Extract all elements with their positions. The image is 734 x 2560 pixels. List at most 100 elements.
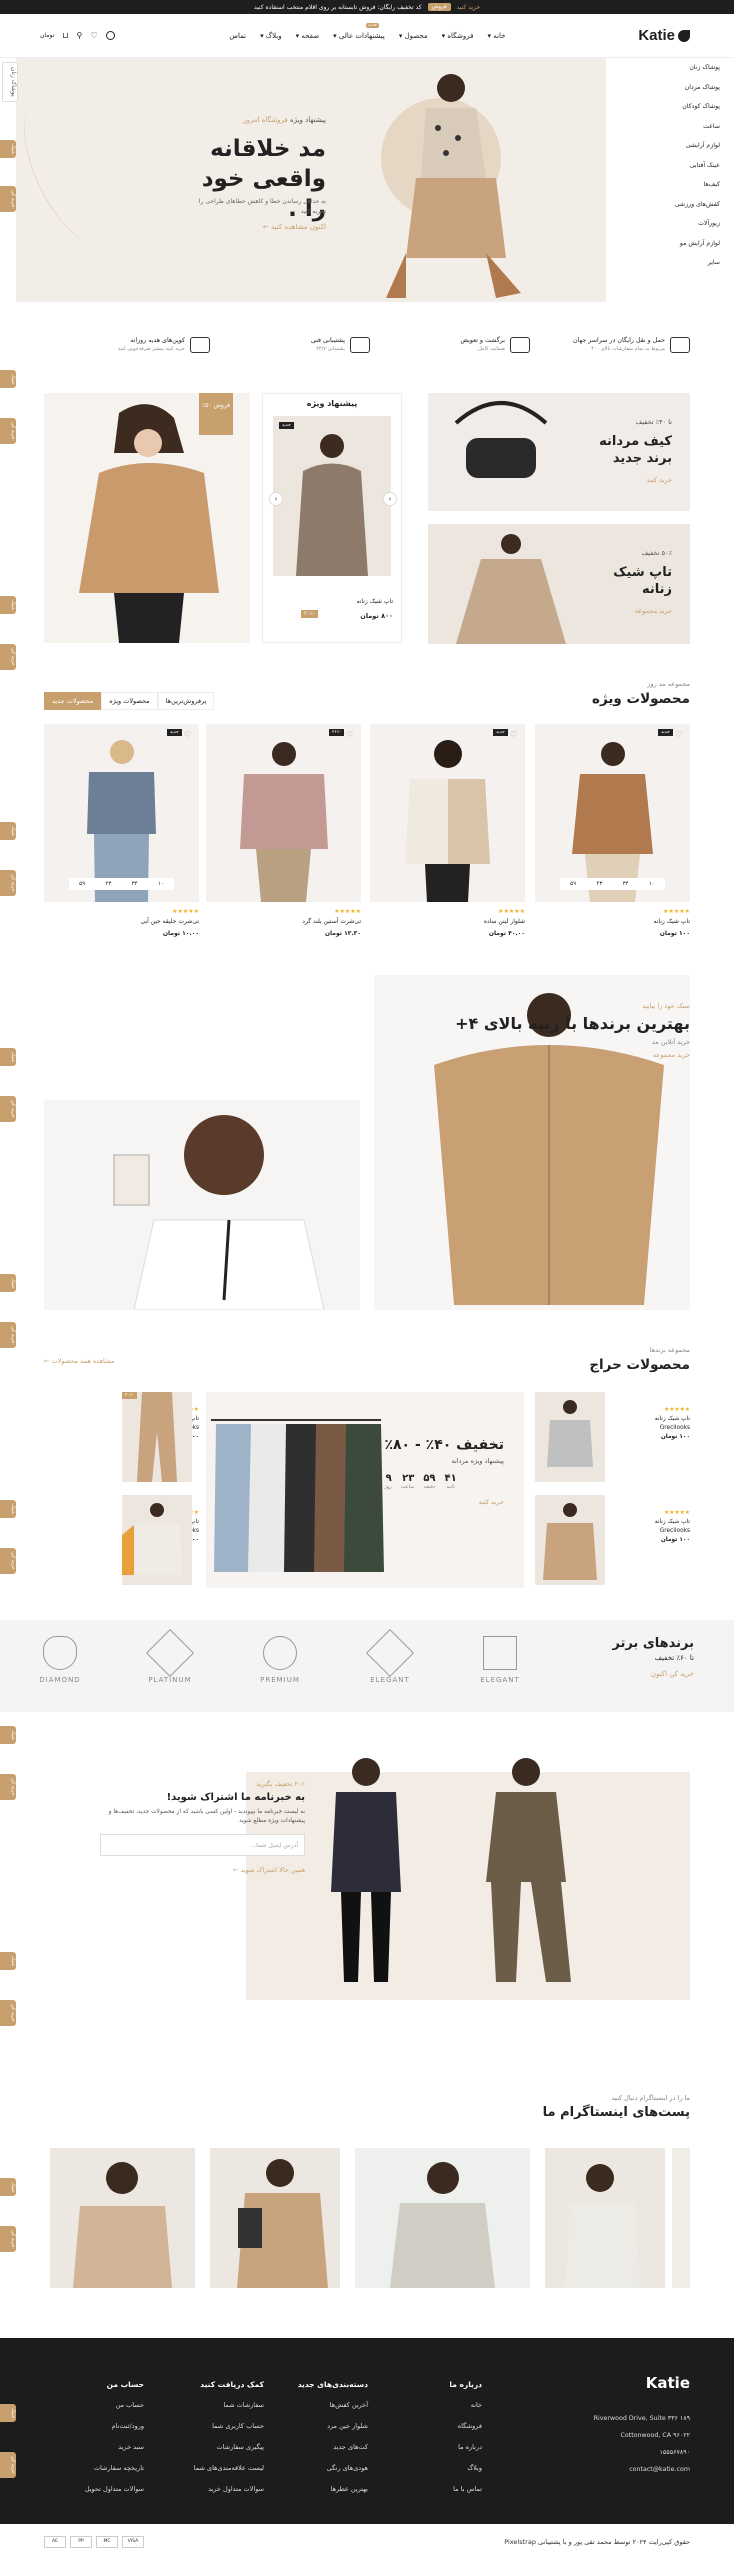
sticky-tab[interactable]: شیک — [0, 1048, 16, 1067]
instagram-post[interactable] — [545, 2148, 665, 2288]
footer-link[interactable]: درباره ما — [449, 2437, 482, 2458]
sticky-tab[interactable]: خرید کن — [0, 2000, 16, 2026]
sticky-tab[interactable]: شیک — [0, 140, 16, 159]
mini-product[interactable]: ★★★★★تاپ شیک زنانهGrecilooks۱۰۰ تومان — [44, 1495, 199, 1585]
brand-logo[interactable]: ELEGANT — [470, 1636, 530, 1684]
email-field[interactable]: آدرس ایمیل شما... — [100, 1834, 305, 1856]
deal-link[interactable]: خرید کنید — [384, 1498, 504, 1506]
instagram-post[interactable] — [50, 2148, 195, 2288]
nav-item-shop[interactable]: فروشگاه ▾ — [442, 32, 474, 40]
footer-link[interactable]: لیست علاقه‌مندی‌های شما — [194, 2458, 264, 2479]
footer-link[interactable]: حساب من — [85, 2395, 144, 2416]
currency-select[interactable]: تومان — [40, 32, 54, 39]
footer-link[interactable]: آخرین کفش‌ها — [298, 2395, 368, 2416]
footer-link[interactable]: تاریخچه سفارشات — [85, 2458, 144, 2479]
sticky-tab[interactable]: خرید کن — [0, 2452, 16, 2478]
chevron-left-icon[interactable]: ‹ — [269, 492, 283, 506]
chevron-right-icon[interactable]: › — [383, 492, 397, 506]
sticky-tab[interactable]: شیک — [0, 1952, 16, 1971]
instagram-post[interactable] — [672, 2148, 690, 2288]
product-card[interactable]: جدید ♡ ★★★★★ شلوار لینن ساده ۴۰.۰۰ تومان — [370, 724, 525, 937]
footer-link[interactable]: تماس با ما — [449, 2479, 482, 2500]
brands-link[interactable]: خرید کن اکنون — [612, 1670, 694, 1678]
sticky-tab[interactable]: خرید کن — [0, 1774, 16, 1800]
footer-link[interactable]: بهترین عطرها — [298, 2479, 368, 2500]
sticky-tab[interactable]: شیک — [0, 596, 16, 615]
category-item[interactable]: لوازم آرایشی — [628, 136, 720, 156]
nav-item-product[interactable]: محصول ▾ — [399, 32, 428, 40]
sticky-tab[interactable]: خرید کن — [0, 186, 16, 212]
sticky-tab[interactable]: شیک — [0, 1726, 16, 1745]
mini-product[interactable]: ★★★★★تاپ شیک زنانهGrecilooks۱۰۰ تومان — [535, 1392, 690, 1482]
footer-logo[interactable]: Katie — [646, 2374, 690, 2392]
logo[interactable]: Katie — [638, 27, 690, 44]
heart-icon[interactable]: ♡ — [346, 730, 353, 739]
product-card[interactable]: -۲۶٪ ♡ ★★★★★ تی‌شرت آستین بلند گرد ۱۳.۳۰… — [206, 724, 361, 937]
special-product-name[interactable]: تاپ شیک زنانه — [357, 598, 393, 605]
nav-item-offers[interactable]: جدید پیشنهادات عالی ▾ — [333, 22, 385, 40]
category-item[interactable]: کیف‌ها — [628, 175, 720, 195]
footer-link[interactable]: هودی‌های رنگی — [298, 2458, 368, 2479]
mini-product[interactable]: ★★★★★تاپ شیک زنانهGrecilooks۱۰۰ تومان — [535, 1495, 690, 1585]
mini-product[interactable]: ★★★★★تاپ شیک زنانهGrecilooks۱۰۰ تومان -۲… — [44, 1392, 199, 1482]
heart-icon[interactable]: ♡ — [184, 730, 191, 739]
instagram-post[interactable] — [355, 2148, 530, 2288]
brand-logo[interactable]: PREMIUM — [250, 1628, 310, 1684]
sticky-tab[interactable]: شیک — [0, 1274, 16, 1293]
tab-new[interactable]: محصولات جدید — [44, 692, 102, 710]
footer-link[interactable]: سوالات متداول خرید — [194, 2479, 264, 2500]
category-item[interactable]: سایر — [628, 253, 720, 273]
sticky-tab[interactable]: شیک — [0, 2178, 16, 2197]
product-name[interactable]: شلوار لینن ساده — [484, 918, 525, 925]
sticky-tab[interactable]: خرید کن — [0, 870, 16, 896]
footer-link[interactable]: کت‌های جدید — [298, 2437, 368, 2458]
footer-link[interactable]: سوالات متداول تحویل — [85, 2479, 144, 2500]
subscribe-link[interactable]: همین حالا اشتراک شوید ← — [100, 1866, 305, 1874]
sticky-tab-light[interactable]: پوشاک زنان — [2, 62, 18, 102]
promo-link[interactable]: خرید مجموعه — [635, 607, 672, 615]
brand-logo[interactable]: DIAMOND — [30, 1636, 90, 1684]
tab-bestsellers[interactable]: پرفروش‌ترین‌ها — [157, 692, 215, 710]
heart-icon[interactable]: ♡ — [675, 730, 682, 739]
nav-item-pages[interactable]: صفحه ▾ — [296, 32, 320, 40]
footer-link[interactable]: سبد خرید — [85, 2437, 144, 2458]
hero-cta[interactable]: اکنون مشاهده کنید ← — [263, 223, 326, 231]
nav-item-contact[interactable]: تماس — [229, 32, 246, 40]
category-item[interactable]: لوازم آرایش مو — [628, 234, 720, 254]
category-item[interactable]: پوشاک مردان — [628, 78, 720, 98]
product-name[interactable]: تی‌شرت آستین بلند گرد — [302, 918, 361, 925]
nav-item-blog[interactable]: وبلاگ ▾ — [260, 32, 282, 40]
product-name[interactable]: تی‌شرت جلیقه جین آبی — [140, 918, 199, 925]
sticky-tab[interactable]: شیک — [0, 822, 16, 841]
instagram-post[interactable] — [210, 2148, 340, 2288]
sticky-tab[interactable]: خرید کن — [0, 2226, 16, 2252]
footer-phone[interactable]: ۱۵۵۵۶۷۸۹۰ — [594, 2444, 690, 2461]
footer-link[interactable]: حساب کاربری شما — [194, 2416, 264, 2437]
footer-email[interactable]: contact@katie.com — [594, 2461, 690, 2478]
promo-top[interactable]: ۵۰٪ تخفیف تاپ شیک زنانه خرید مجموعه — [428, 524, 690, 644]
category-item[interactable]: زیورآلات — [628, 214, 720, 234]
sticky-tab[interactable]: خرید کن — [0, 1548, 16, 1574]
sticky-tab[interactable]: شیک — [0, 1500, 16, 1519]
footer-link[interactable]: سفارشات شما — [194, 2395, 264, 2416]
sticky-tab[interactable]: شیک — [0, 2404, 16, 2423]
sale-card-image[interactable]: فروش ۵۰٪ — [44, 393, 250, 643]
cart-icon[interactable]: ⊔ — [62, 31, 68, 40]
footer-link[interactable]: شلوار جین مرد — [298, 2416, 368, 2437]
wishlist-icon[interactable]: ♡ — [90, 31, 97, 40]
product-card[interactable]: جدید ♡ ۱۰ ۳۴ ۲۳ ۵۹ ★★★★★ تی‌شرت جلیقه جین آ… — [44, 724, 199, 937]
product-card[interactable]: جدید ♡ ۱۰ ۳۴ ۲۳ ۵۹ ★★★★★ تاپ شیک زنانه ۱۰۰ … — [535, 724, 690, 937]
footer-link[interactable]: ورود/ثبت‌نام — [85, 2416, 144, 2437]
tab-featured[interactable]: محصولات ویژه — [101, 692, 158, 710]
footer-link[interactable]: خانه — [449, 2395, 482, 2416]
sticky-tab[interactable]: خرید کن — [0, 1096, 16, 1122]
category-item[interactable]: پوشاک کودکان — [628, 97, 720, 117]
footer-link[interactable]: وبلاگ — [449, 2458, 482, 2479]
special-offer-card[interactable]: پیشنهاد ویژه جدید ‹ › تاپ شیک زنانه ۸۰۰ … — [262, 393, 402, 643]
product-name[interactable]: تاپ شیک زنانه — [654, 918, 690, 925]
nav-item-home[interactable]: خانه ▾ — [488, 32, 506, 40]
brand-logo[interactable]: PLATINUM — [140, 1628, 200, 1684]
view-all-link[interactable]: مشاهده همه محصولات ← — [44, 1357, 114, 1365]
topbar-cta[interactable]: خرید کنید — [457, 4, 480, 11]
sticky-tab[interactable]: خرید کن — [0, 644, 16, 670]
